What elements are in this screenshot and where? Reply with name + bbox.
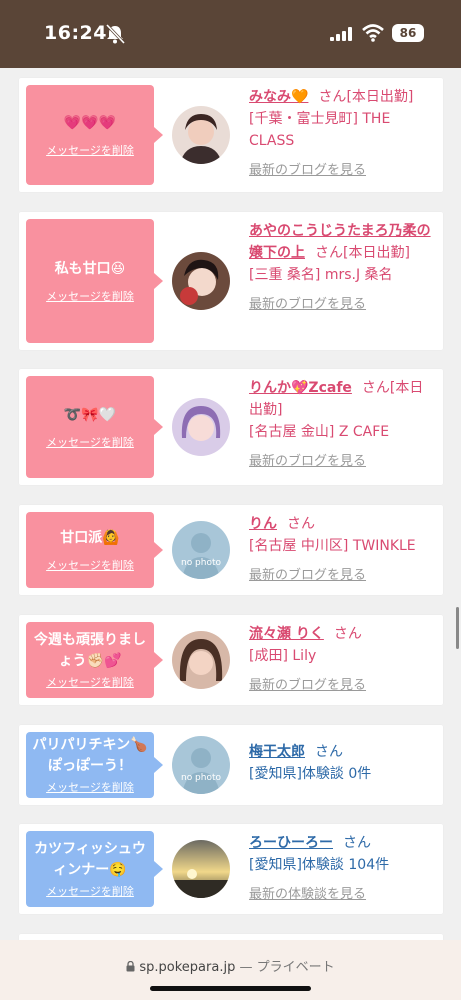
avatar[interactable] <box>172 631 230 689</box>
member-name-link[interactable]: 梅干太郎 <box>249 744 305 760</box>
list-item: 💗💗💗 メッセージを削除 みなみ🧡 さん[本日出勤] [千葉・富士見町] THE … <box>19 78 443 192</box>
message-text: ➰🎀🤍 <box>63 406 117 423</box>
shop-info: [三重 桑名] mrs.J 桑名 <box>249 267 393 283</box>
status-time: 16:24 <box>44 22 107 44</box>
message-text: 甘口派🙆 <box>60 529 120 546</box>
shop-info: [成田] Lily <box>249 648 317 664</box>
message-bubble: 今週も頑張りましょう✊🏻💕 メッセージを削除 <box>26 622 163 698</box>
url-domain: sp.pokepara.jp <box>139 960 236 975</box>
message-bubble: 私も甘口😆 メッセージを削除 <box>26 219 163 343</box>
no-photo-label: no photo <box>181 773 222 783</box>
cast-info: 流々瀬 りく さん [成田] Lily 最新のブログを見る <box>249 623 437 697</box>
battery-indicator: 86 <box>392 24 424 42</box>
blog-link[interactable]: 最新のブログを見る <box>249 451 437 473</box>
blog-link[interactable]: 最新のブログを見る <box>249 294 437 316</box>
list-item: ➰🎀🤍 メッセージを削除 りんか💖Zcafe さん[本日出勤] [名古屋 金山] … <box>19 369 443 485</box>
shop-info: [千葉・富士見町] THE CLASS <box>249 111 391 149</box>
list-item: 今週も頑張りましょう✊🏻💕 メッセージを削除 流々瀬 りく さん [成田] Lil… <box>19 615 443 705</box>
list-item: 私も甘口😆 メッセージを削除 あやのこうじうたまろ乃柔の嬢下の上 さん[本日出勤]… <box>19 212 443 350</box>
delete-message-link[interactable]: メッセージを削除 <box>46 557 134 573</box>
bell-muted-icon <box>105 24 126 44</box>
delete-message-link[interactable]: メッセージを削除 <box>46 883 134 899</box>
cast-info: あやのこうじうたまろ乃柔の嬢下の上 さん[本日出勤] [三重 桑名] mrs.J … <box>249 220 437 316</box>
delete-message-link[interactable]: メッセージを削除 <box>46 434 134 450</box>
scrollbar[interactable] <box>456 607 459 649</box>
cast-name-link[interactable]: みなみ🧡 <box>249 89 308 105</box>
lock-icon <box>126 960 135 972</box>
url-bar[interactable]: sp.pokepara.jp — プライベート <box>0 940 461 1000</box>
delete-message-link[interactable]: メッセージを削除 <box>46 142 134 158</box>
signal-icon <box>330 27 352 41</box>
shop-info: [名古屋 金山] Z CAFE <box>249 424 390 440</box>
blog-link[interactable]: 最新のブログを見る <box>249 565 437 587</box>
message-bubble: 甘口派🙆 メッセージを削除 <box>26 512 163 588</box>
cast-name-link[interactable]: りん <box>249 516 277 532</box>
shop-info: [名古屋 中川区] TWINKLE <box>249 538 416 554</box>
review-link[interactable]: 最新の体験談を見る <box>249 884 437 906</box>
message-bubble: パリパリチキン🍗ぽっぽーう！ メッセージを削除 <box>26 732 163 798</box>
review-count: [愛知県]体験談 0件 <box>249 766 372 782</box>
cast-info: みなみ🧡 さん[本日出勤] [千葉・富士見町] THE CLASS 最新のブログを… <box>249 86 437 182</box>
list-item: カツフィッシュウィンナー🤤 メッセージを削除 ろーひーろー さん [愛知県]体験談… <box>19 824 443 914</box>
message-text: カツフィッシュウィンナー🤤 <box>34 841 146 878</box>
message-bubble: ➰🎀🤍 メッセージを削除 <box>26 376 163 478</box>
honorific: さん <box>318 89 347 105</box>
attendance-tag: [本日出勤] <box>346 89 414 105</box>
delete-message-link[interactable]: メッセージを削除 <box>46 288 134 304</box>
message-text: 今週も頑張りましょう✊🏻💕 <box>34 632 146 669</box>
honorific: さん <box>315 245 343 261</box>
avatar[interactable] <box>172 398 230 456</box>
list-item: 甘口派🙆 メッセージを削除 no photo りん さん [名古屋 中川区] TW… <box>19 505 443 595</box>
member-name-link[interactable]: ろーひーろー <box>249 835 333 851</box>
avatar[interactable]: no photo <box>172 736 230 794</box>
delete-message-link[interactable]: メッセージを削除 <box>46 674 134 690</box>
honorific: さん <box>287 516 315 532</box>
no-photo-label: no photo <box>181 558 222 568</box>
avatar[interactable] <box>172 840 230 898</box>
url-text[interactable]: sp.pokepara.jp — プライベート <box>0 956 461 975</box>
avatar[interactable]: no photo <box>172 521 230 579</box>
message-text: パリパリチキン🍗ぽっぽーう！ <box>32 737 148 774</box>
blog-link[interactable]: 最新のブログを見る <box>249 675 437 697</box>
list-item: パリパリチキン🍗ぽっぽーう！ メッセージを削除 no photo 梅干太郎 さん … <box>19 725 443 805</box>
avatar[interactable] <box>172 106 230 164</box>
cast-info: りんか💖Zcafe さん[本日出勤] [名古屋 金山] Z CAFE 最新のブログ… <box>249 377 437 473</box>
message-text: 💗💗💗 <box>63 114 117 131</box>
cast-info: 梅干太郎 さん [愛知県]体験談 0件 <box>249 741 437 785</box>
cast-name-link[interactable]: りんか💖Zcafe <box>249 380 352 396</box>
cast-name-link[interactable]: 流々瀬 りく <box>249 626 324 642</box>
honorific: さん <box>315 744 343 760</box>
honorific: さん <box>343 835 371 851</box>
honorific: さん <box>361 380 390 396</box>
browsing-mode: — プライベート <box>239 960 335 975</box>
blog-link[interactable]: 最新のブログを見る <box>249 160 437 182</box>
home-indicator[interactable] <box>150 986 311 991</box>
attendance-tag: [本日出勤] <box>343 245 410 261</box>
cast-info: りん さん [名古屋 中川区] TWINKLE 最新のブログを見る <box>249 513 437 587</box>
delete-message-link[interactable]: メッセージを削除 <box>46 779 134 795</box>
message-bubble: 💗💗💗 メッセージを削除 <box>26 85 163 185</box>
message-text: 私も甘口😆 <box>54 260 126 277</box>
status-bar: 16:24 86 <box>0 0 461 68</box>
review-count: [愛知県]体験談 104件 <box>249 857 390 873</box>
avatar[interactable] <box>172 252 230 310</box>
cast-info: ろーひーろー さん [愛知県]体験談 104件 最新の体験談を見る <box>249 832 437 906</box>
wifi-icon <box>362 24 384 42</box>
honorific: さん <box>333 626 362 642</box>
message-bubble: カツフィッシュウィンナー🤤 メッセージを削除 <box>26 831 163 907</box>
